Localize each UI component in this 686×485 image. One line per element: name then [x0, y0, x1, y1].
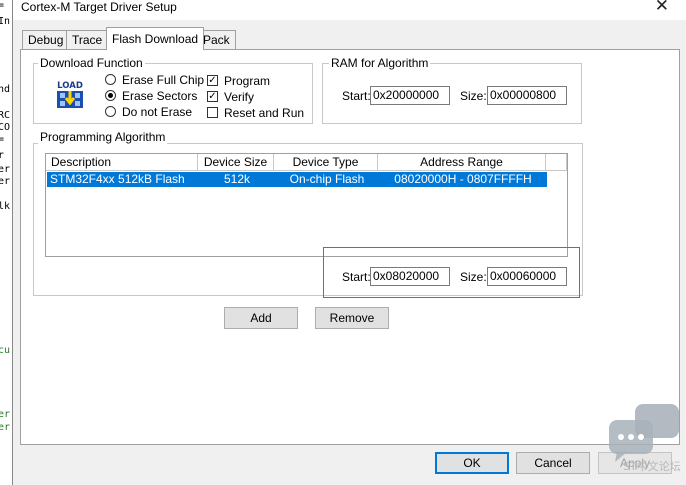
cancel-button[interactable]: Cancel: [516, 452, 590, 474]
code-fragment: RC: [0, 110, 11, 121]
highlight-box: [323, 247, 580, 298]
erase-sectors-radio[interactable]: [105, 90, 116, 101]
programming-algorithm-title: Programming Algorithm: [38, 130, 168, 144]
load-icon-text: LOAD: [57, 81, 83, 91]
add-button[interactable]: Add: [224, 307, 298, 329]
ram-for-algorithm-title: RAM for Algorithm: [329, 56, 431, 70]
target-driver-setup-dialog: Cortex-M Target Driver Setup ✕ Debug Tra…: [12, 0, 686, 485]
code-fragment: er: [0, 422, 11, 433]
load-icon: LOAD: [54, 78, 86, 110]
ram-size-field[interactable]: 0x00000800: [487, 86, 567, 105]
ok-button[interactable]: OK: [435, 452, 509, 474]
code-fragment: r: [0, 150, 5, 161]
ram-start-label: Start:: [342, 89, 371, 103]
tab-debug[interactable]: Debug: [22, 30, 70, 49]
column-header-filler: [546, 154, 567, 171]
column-header-device-size[interactable]: Device Size: [198, 154, 274, 171]
row-device-size: 512k: [223, 172, 251, 186]
download-function-title: Download Function: [38, 56, 145, 70]
erase-full-chip-radio[interactable]: [105, 74, 116, 85]
do-not-erase-radio[interactable]: [105, 106, 116, 117]
erase-full-chip-label[interactable]: Erase Full Chip: [122, 73, 204, 87]
column-header-address-range[interactable]: Address Range: [378, 154, 546, 171]
reset-and-run-checkbox[interactable]: [207, 107, 218, 118]
verify-label[interactable]: Verify: [224, 90, 254, 104]
code-fragment: er: [0, 176, 11, 187]
code-fragment: =: [0, 0, 5, 11]
code-fragment: er: [0, 409, 11, 420]
code-fragment: In: [0, 16, 11, 27]
column-header-device-type[interactable]: Device Type: [274, 154, 378, 171]
table-row[interactable]: STM32F4xx 512kB Flash 512k On-chip Flash…: [47, 172, 547, 187]
column-header-description[interactable]: Description: [46, 154, 198, 171]
remove-button[interactable]: Remove: [315, 307, 389, 329]
algorithm-list[interactable]: Description Device Size Device Type Addr…: [45, 153, 568, 257]
code-fragment: lk: [0, 201, 11, 212]
do-not-erase-label[interactable]: Do not Erase: [122, 105, 192, 119]
code-fragment: cu: [0, 345, 11, 356]
forum-watermark: ST中文论坛: [607, 402, 686, 473]
tab-trace[interactable]: Trace: [66, 30, 109, 49]
title-bar: Cortex-M Target Driver Setup ✕: [13, 0, 686, 20]
code-fragment: nd: [0, 84, 11, 95]
program-label[interactable]: Program: [224, 74, 270, 88]
row-description: STM32F4xx 512kB Flash: [50, 172, 185, 186]
row-device-type: On-chip Flash: [289, 172, 365, 186]
code-fragment: CO: [0, 122, 11, 133]
ram-size-label: Size:: [460, 89, 487, 103]
erase-sectors-label[interactable]: Erase Sectors: [122, 89, 197, 103]
code-fragment: er: [0, 164, 11, 175]
close-icon[interactable]: ✕: [655, 0, 669, 16]
row-address-range: 08020000H - 0807FFFFH: [394, 172, 532, 186]
code-fragment: =: [0, 134, 5, 145]
verify-checkbox[interactable]: ✓: [207, 91, 218, 102]
tab-flash-download[interactable]: Flash Download: [106, 27, 205, 50]
dialog-title: Cortex-M Target Driver Setup: [21, 0, 177, 14]
reset-and-run-label[interactable]: Reset and Run: [224, 106, 304, 120]
program-checkbox[interactable]: ✓: [207, 75, 218, 86]
ram-start-field[interactable]: 0x20000000: [370, 86, 450, 105]
watermark-text: ST中文论坛: [623, 460, 681, 473]
